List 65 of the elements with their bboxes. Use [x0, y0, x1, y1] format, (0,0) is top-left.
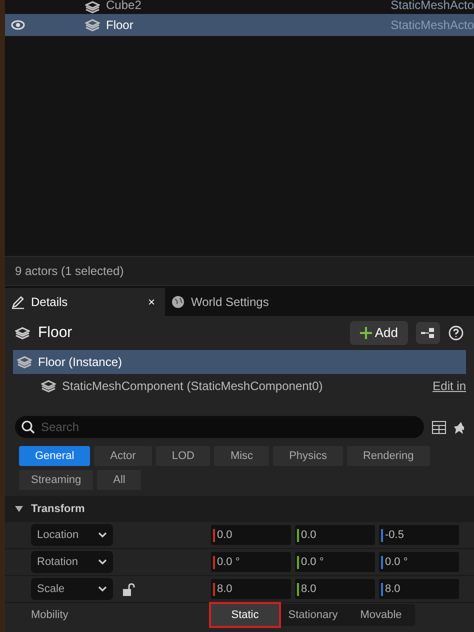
number-field[interactable]: 0.0 ° [211, 552, 291, 572]
tab-label: World Settings [191, 294, 269, 311]
filter-tab[interactable]: Rendering [346, 446, 430, 466]
chevron-icon [98, 559, 107, 565]
filter-tab[interactable]: Physics [273, 446, 343, 466]
search-field[interactable]: Search [15, 416, 424, 438]
help-icon[interactable] [448, 325, 464, 341]
hierarchy-icon [421, 327, 435, 339]
number-field[interactable]: 8.0 [295, 579, 375, 599]
component-row[interactable]: StaticMeshComponent (StaticMeshComponent0) Edit in [13, 374, 466, 398]
tab-label: Details [31, 294, 69, 311]
panel-tab[interactable]: Details × [5, 288, 165, 316]
filter-tab[interactable]: General [19, 446, 90, 466]
chevron-icon [98, 532, 107, 538]
mesh-icon [85, 1, 100, 14]
outliner-row[interactable]: Floor StaticMeshActo [5, 14, 474, 36]
property-label: Mobility [31, 608, 70, 623]
component-row[interactable]: Floor (Instance) [13, 350, 466, 374]
number-field[interactable]: -0.5 [379, 525, 459, 545]
mesh-icon [15, 326, 30, 340]
number-field[interactable]: 8.0 [379, 579, 459, 599]
filter-tab[interactable]: All [97, 470, 142, 490]
filter-tab[interactable]: Streaming [19, 470, 94, 490]
section-title: Transform [31, 502, 85, 517]
actor-count: 9 actors (1 selected) [15, 263, 124, 280]
mesh-icon [17, 356, 32, 368]
mesh-icon [41, 380, 56, 392]
eye-icon[interactable] [11, 20, 25, 30]
actor-title: Floor [38, 322, 74, 343]
number-field[interactable]: 0.0 ° [295, 552, 375, 572]
globe-icon [171, 295, 185, 309]
number-field[interactable]: 8.0 [211, 579, 291, 599]
mobility-option[interactable]: Static [211, 604, 279, 626]
property-dropdown[interactable]: Scale [31, 578, 113, 600]
mobility-option[interactable]: Stationary [279, 604, 347, 626]
component-name: StaticMeshComponent (StaticMeshComponent0) [62, 378, 324, 395]
search-icon [21, 420, 35, 434]
close-button[interactable]: × [144, 293, 159, 311]
edit-link[interactable]: Edit in [432, 377, 466, 395]
filter-tab[interactable]: Actor [94, 446, 152, 466]
actor-type: StaticMeshActo [390, 0, 474, 14]
table-icon[interactable] [432, 420, 446, 434]
mesh-icon [85, 18, 100, 32]
star-icon[interactable] [454, 420, 464, 434]
actor-name: Cube2 [106, 0, 142, 14]
collapse-arrow-icon[interactable] [15, 506, 23, 512]
add-button[interactable]: Add [350, 321, 408, 345]
number-field[interactable]: 0.0 [295, 525, 375, 545]
property-dropdown[interactable]: Rotation [31, 551, 113, 573]
property-dropdown[interactable]: Location [31, 524, 113, 546]
panel-tab[interactable]: World Settings [165, 288, 275, 316]
blueprint-button[interactable] [416, 322, 440, 344]
actor-name: Floor [106, 17, 134, 34]
unlock-icon[interactable] [123, 582, 135, 596]
filter-tab[interactable]: LOD [156, 446, 210, 466]
component-name: Floor (Instance) [38, 354, 124, 371]
plus-icon [360, 327, 372, 339]
mobility-option[interactable]: Movable [347, 604, 415, 626]
outliner-row[interactable]: Cube2 StaticMeshActo [5, 0, 474, 14]
chevron-icon [98, 586, 107, 592]
actor-type: StaticMeshActo [390, 17, 474, 34]
filter-tab[interactable]: Misc [214, 446, 270, 466]
number-field[interactable]: 0.0 [211, 525, 291, 545]
pencil-icon [11, 295, 25, 309]
number-field[interactable]: 0.0 ° [379, 552, 459, 572]
